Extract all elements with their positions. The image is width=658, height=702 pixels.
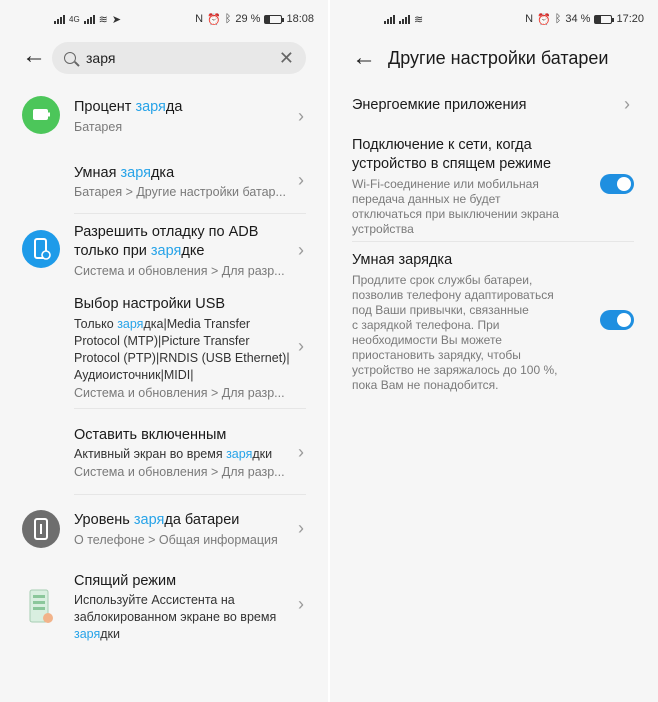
telegram-icon: ➤: [111, 13, 122, 26]
network-sleep-toggle[interactable]: [600, 174, 634, 194]
divider: [74, 213, 306, 214]
chevron-right-icon: ›: [298, 442, 304, 462]
page-title: Другие настройки батареи: [388, 48, 609, 68]
search-input[interactable]: заря ✕: [52, 42, 306, 74]
item-description: устройство не заряжалось до 100 %,: [352, 363, 558, 377]
search-icon: [64, 52, 76, 64]
item-description: зарядки: [74, 627, 121, 641]
divider: [352, 241, 634, 242]
chevron-right-icon: ›: [624, 94, 630, 114]
clock: 18:08: [286, 13, 314, 25]
clear-icon[interactable]: ✕: [279, 48, 294, 69]
item-subtitle: Батарея: [74, 120, 123, 134]
signal-icon: [83, 14, 95, 24]
item-description: Protocol (MTP)|Picture Transfer: [74, 334, 250, 348]
search-screen: 4G ≋ ➤ N ⏰ ᛒ 29 % 18:08 ← заря ✕ Процент…: [0, 0, 328, 702]
chevron-right-icon: ›: [298, 240, 304, 260]
network-type: 4G: [69, 14, 80, 24]
item-title: Уровень заряда батареи: [74, 512, 240, 528]
chevron-right-icon: ›: [298, 336, 304, 356]
item-description: необходимости Вы можете: [352, 333, 502, 347]
nfc-icon: N: [195, 13, 204, 25]
item-title: устройство в спящем режиме: [352, 156, 552, 172]
battery-percent: 29 %: [235, 13, 261, 25]
back-arrow-icon[interactable]: ←: [22, 42, 46, 70]
chevron-right-icon: ›: [298, 518, 304, 538]
signal-icon: [399, 14, 410, 24]
battery-icon: [22, 96, 60, 134]
chevron-right-icon: ›: [298, 106, 304, 126]
item-description: под Ваши привычки, связанные: [352, 303, 529, 317]
status-bar: 4G ≋ ➤ N ⏰ ᛒ 29 % 18:08: [0, 8, 328, 30]
back-arrow-icon[interactable]: ←: [352, 44, 376, 72]
item-description: Активный экран во время зарядки: [74, 447, 273, 461]
divider: [74, 494, 306, 495]
item-subtitle: Батарея > Другие настройки батар...: [74, 185, 286, 199]
item-title: Оставить включенным: [74, 427, 227, 443]
item-subtitle: Система и обновления > Для разр...: [74, 465, 285, 479]
item-subtitle: Система и обновления > Для разр...: [74, 386, 285, 400]
list-item[interactable]: Уровень заряда батареи О телефоне > Обща…: [0, 508, 328, 556]
item-description: Аудиоисточник|MIDI|: [74, 368, 194, 382]
wifi-icon: ≋: [414, 13, 424, 26]
sleep-mode-icon: [26, 588, 56, 626]
item-title: Процент заряда: [74, 99, 183, 115]
divider: [74, 408, 306, 409]
item-description: Wi-Fi-соединение или мобильная: [352, 177, 539, 191]
item-title: Энергоемкие приложения: [352, 97, 527, 113]
item-title: Разрешить отладку по ADB только при заряд…: [74, 224, 259, 259]
battery-percent: 34 %: [565, 13, 591, 25]
item-description: Используйте Ассистента на: [74, 593, 235, 607]
wifi-icon: ≋: [98, 13, 108, 26]
bluetooth-icon: ᛒ: [554, 13, 562, 25]
signal-icon: [384, 14, 395, 24]
item-description: позволив телефону адаптироваться: [352, 288, 554, 302]
item-description: Только зарядка|Media Transfer: [74, 317, 251, 331]
item-title: Подключение к сети, когда: [352, 137, 532, 153]
item-description: отключаться при выключении экрана: [352, 207, 559, 221]
chevron-right-icon: ›: [298, 594, 304, 614]
item-subtitle: Система и обновления > Для разр...: [74, 264, 285, 278]
clock: 17:20: [616, 13, 644, 25]
list-item[interactable]: Выбор настройки USB Только зарядка|Media…: [0, 294, 328, 404]
item-title: Умная зарядка: [74, 165, 175, 181]
item-description: приостановить зарядку, чтобы: [352, 348, 521, 362]
phone-info-icon: [22, 510, 60, 548]
list-item[interactable]: Умная зарядка Батарея > Другие настройки…: [0, 162, 328, 214]
item-description: Protocol (PTP)|RNDIS (USB Ethernet)|: [74, 351, 290, 365]
battery-icon: [594, 14, 615, 24]
list-item[interactable]: Процент заряда Батарея ›: [0, 96, 328, 154]
item-description: пока Вам не понадобится.: [352, 378, 499, 392]
item-description: с зарядкой телефона. При: [352, 318, 500, 332]
item-description: передача данных не будет: [352, 192, 501, 206]
item-description: Продлите срок службы батареи,: [352, 273, 533, 287]
search-query[interactable]: заря: [86, 50, 279, 66]
nfc-icon: N: [525, 13, 534, 25]
alarm-icon: ⏰: [537, 13, 551, 26]
list-item[interactable]: Спящий режим Используйте Ассистента на з…: [0, 570, 328, 650]
signal-icon: [54, 14, 65, 24]
smart-charging-toggle[interactable]: [600, 310, 634, 330]
bluetooth-icon: ᛒ: [224, 13, 232, 25]
alarm-icon: ⏰: [207, 13, 221, 26]
item-subtitle: О телефоне > Общая информация: [74, 533, 278, 547]
phone-settings-icon: [22, 230, 60, 268]
battery-icon: [264, 14, 285, 24]
item-title: Умная зарядка: [352, 252, 453, 268]
list-item[interactable]: Разрешить отладку по ADB только при заряд…: [0, 222, 328, 282]
item-description: устройства: [352, 222, 414, 236]
chevron-right-icon: ›: [298, 170, 304, 190]
item-title: Спящий режим: [74, 573, 177, 589]
list-item[interactable]: Оставить включенным Активный экран во вр…: [0, 424, 328, 484]
status-bar: ≋ N ⏰ ᛒ 34 % 17:20: [330, 8, 658, 30]
item-description: заблокированном экране во время: [74, 610, 277, 624]
item-title: Выбор настройки USB: [74, 296, 226, 312]
